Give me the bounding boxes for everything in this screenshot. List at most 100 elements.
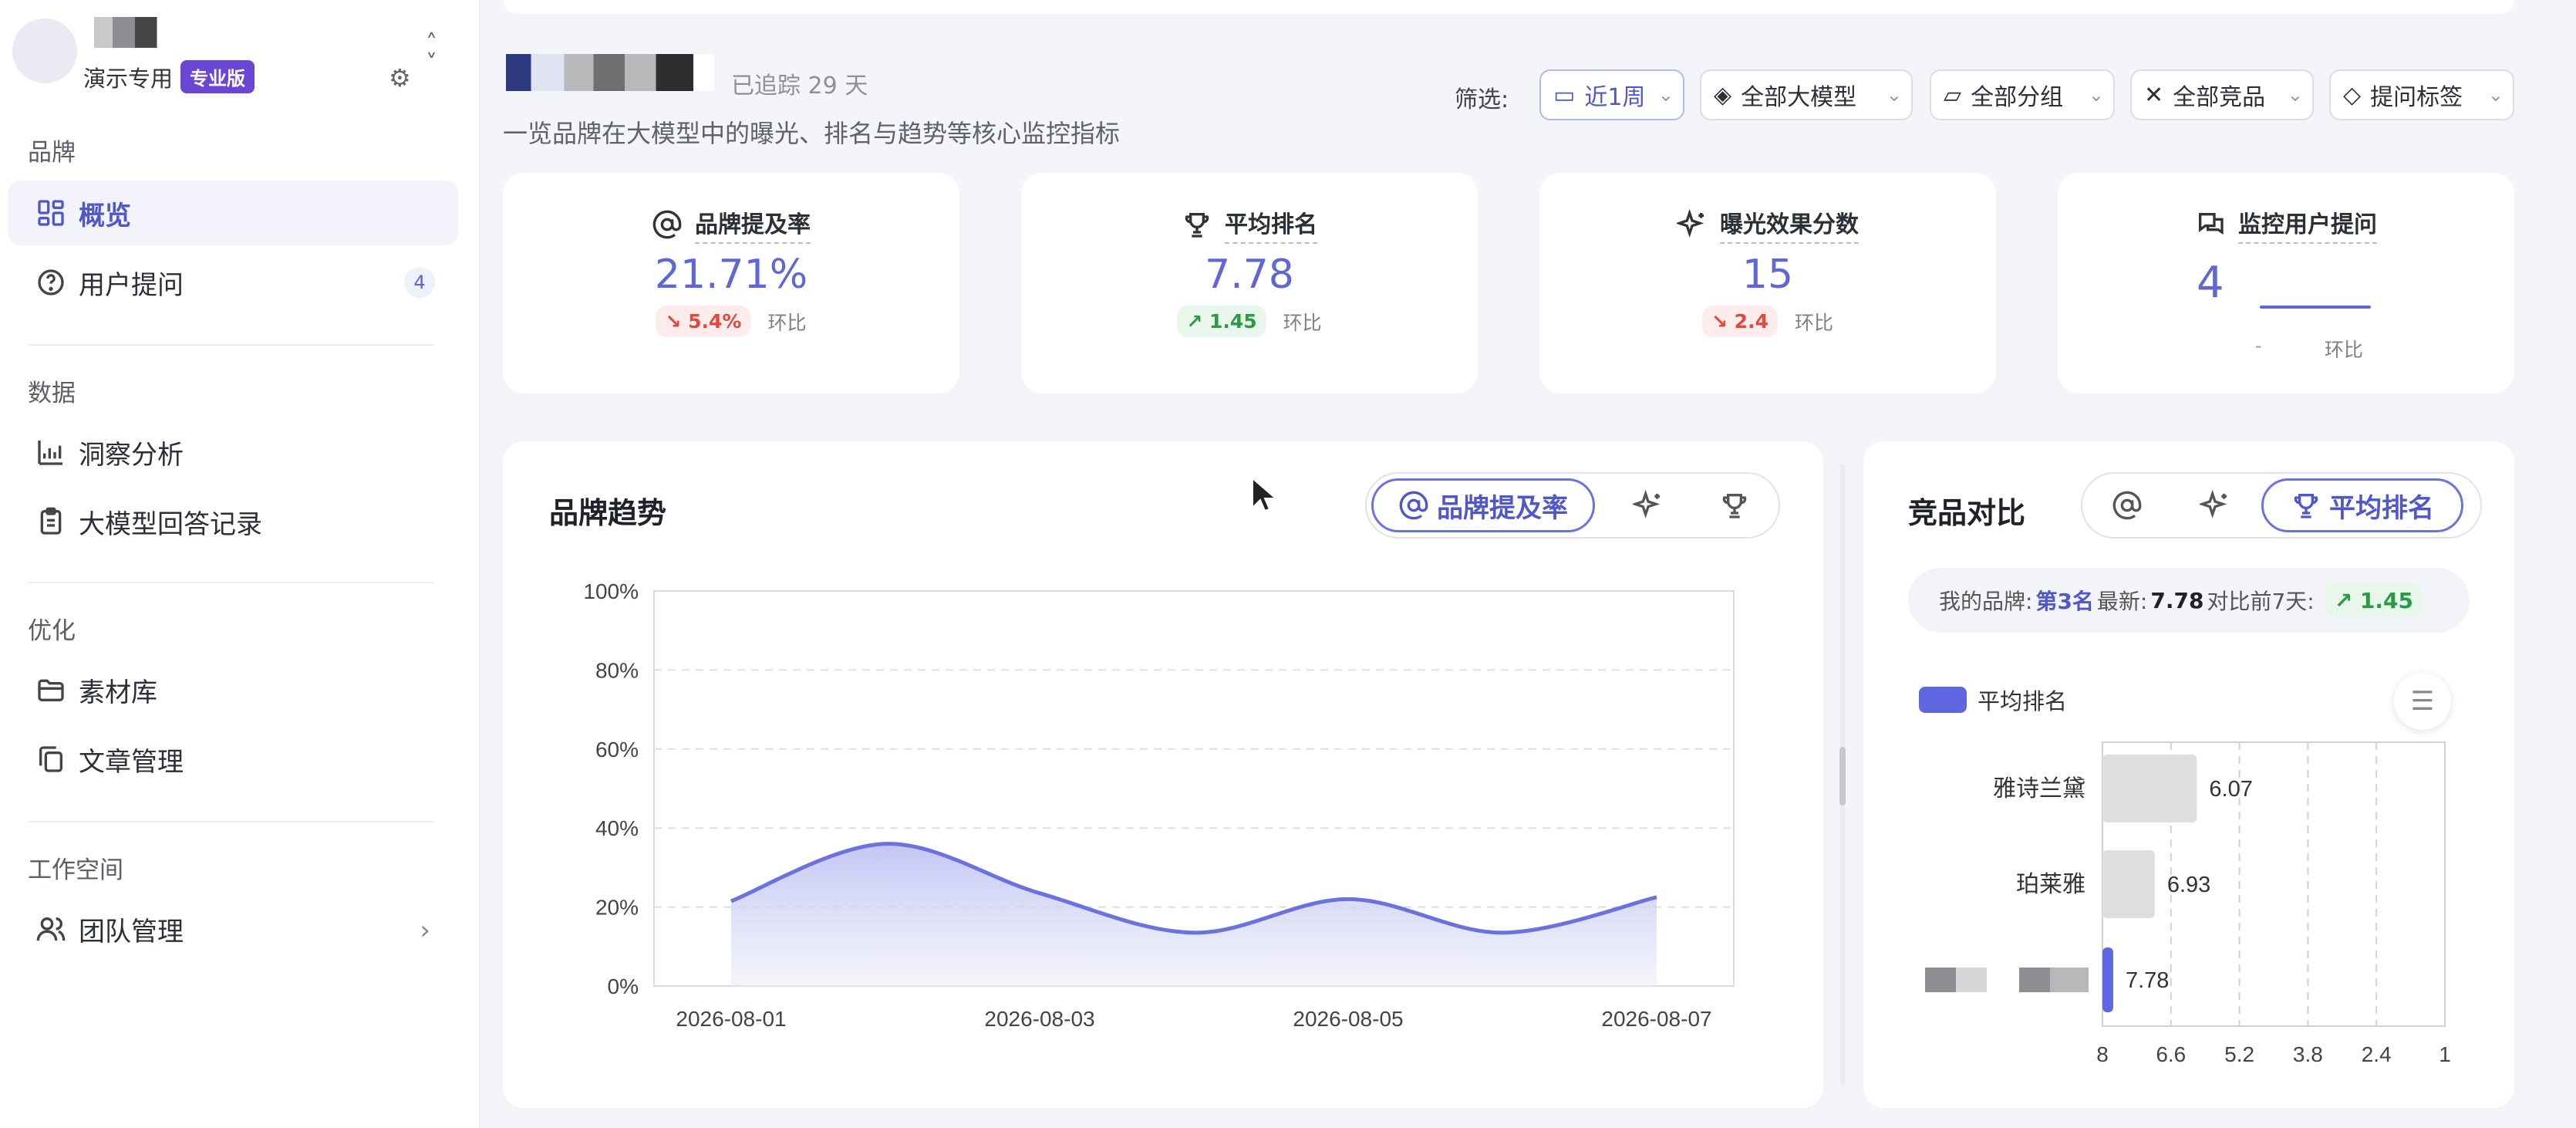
sidebar-item-label: 团队管理	[79, 916, 184, 947]
sidebar-item-label: 大模型回答记录	[79, 508, 262, 540]
latest-label: 最新:	[2096, 589, 2148, 614]
bar	[2102, 850, 2155, 918]
period-select[interactable]: ▭ 近1周 ⌄	[1539, 69, 1684, 120]
sidebar-item-label: 文章管理	[79, 746, 184, 778]
sidebar-item-team[interactable]: 团队管理 ›	[8, 897, 458, 961]
metric-card-avg-rank[interactable]: 平均排名 7.78 ↗ 1.45 环比	[1021, 173, 1478, 393]
group-title-brand: 品牌	[28, 139, 76, 167]
metric-value: 21.71%	[654, 252, 808, 298]
x-tick-label: 6.6	[2156, 1042, 2186, 1066]
brand-logo-redacted	[506, 54, 714, 91]
value-label: 6.93	[2167, 873, 2210, 897]
metric-value: 15	[1741, 252, 1794, 298]
competitor-value: 全部竞品	[2173, 84, 2266, 111]
metric-value: 7.78	[1205, 252, 1294, 298]
sidebar-item-articles[interactable]: 文章管理	[8, 727, 458, 792]
model-value: 全部大模型	[1741, 84, 1857, 111]
competitor-select[interactable]: ✕ 全部竞品 ⌄	[2130, 69, 2314, 120]
value-label: 7.78	[2126, 968, 2169, 993]
metric-card-mention-rate[interactable]: 品牌提及率 21.71% ↘ 5.4% 环比	[503, 173, 959, 393]
legend-label: 平均排名	[1978, 688, 2068, 714]
compare-label: 环比	[1283, 311, 1322, 334]
layers-icon: ◈	[1714, 81, 1732, 109]
trophy-icon	[2294, 494, 2318, 518]
group-title-optimize: 优化	[28, 617, 76, 645]
brand-label-redacted	[1956, 968, 1987, 992]
model-select[interactable]: ◈ 全部大模型 ⌄	[1700, 69, 1913, 120]
metric-title: 品牌提及率	[695, 205, 811, 244]
metric-foot: ↘ 5.4% 环比	[503, 306, 959, 337]
tab-mention-rate[interactable]	[2089, 478, 2166, 532]
folder-icon	[38, 679, 64, 701]
sidebar-item-overview[interactable]: 概览	[8, 181, 458, 245]
metric-foot: ↘ 2.4 环比	[1539, 306, 1996, 337]
calendar-icon: ▭	[1553, 81, 1576, 109]
change-chip-down: ↘ 5.4%	[656, 306, 751, 337]
brand-trend-card: 品牌趋势 品牌提及率 100% 80% 60% 40% 20% 0% 2026-08-01 2…	[503, 441, 1823, 1108]
sidebar-item-label: 洞察分析	[79, 439, 184, 471]
x-tick-label: 2026-08-03	[984, 1007, 1094, 1031]
x-tick-label: 8	[2096, 1042, 2109, 1066]
x-tick-label: 2026-08-05	[1293, 1007, 1403, 1031]
my-brand-summary: 我的品牌: 第3名 最新: 7.78 对比前7天: ↗ 1.45	[1908, 568, 2470, 633]
folder-icon: ▱	[1944, 81, 1962, 109]
latest-value: 7.78	[2150, 587, 2204, 613]
metric-card-exposure-score[interactable]: 曝光效果分数 15 ↘ 2.4 环比	[1539, 173, 1996, 393]
change-value: 5.4%	[688, 310, 742, 333]
brand-label-redacted	[1925, 968, 1956, 992]
y-tick-label: 40%	[595, 816, 639, 840]
sparkle-icon	[1677, 209, 1704, 238]
chevron-down-icon: ⌄	[2088, 84, 2104, 106]
divider	[28, 344, 433, 346]
sidebar-item-assets[interactable]: 素材库	[8, 657, 458, 722]
chevron-down-icon: ⌄	[1657, 84, 1674, 106]
chart-line-icon	[38, 441, 62, 465]
change-value: 1.45	[1209, 310, 1257, 333]
sidebar-item-llm-records[interactable]: 大模型回答记录	[8, 489, 458, 554]
chevron-updown-icon[interactable]: ˄ ˅	[426, 32, 437, 76]
group-select[interactable]: ▱ 全部分组 ⌄	[1930, 69, 2115, 120]
change-value: 2.4	[1734, 310, 1768, 333]
period-value: 近1周	[1584, 84, 1646, 111]
metric-change: -	[2255, 335, 2262, 356]
chevron-right-icon: ›	[420, 915, 430, 946]
bar	[2102, 755, 2197, 822]
divider	[28, 582, 433, 583]
metric-title: 监控用户提问	[2238, 205, 2377, 244]
metric-head: 品牌提及率	[503, 205, 959, 244]
tab-exposure-score[interactable]	[2176, 478, 2254, 532]
metric-value: 4	[2197, 258, 2224, 308]
y-tick-label: 60%	[595, 738, 639, 762]
x-tick-label: 5.2	[2224, 1042, 2254, 1066]
my-brand-label: 我的品牌:	[1939, 589, 2033, 614]
change-chip-down: ↘ 2.4	[1702, 306, 1778, 337]
chart-legend[interactable]: 平均排名	[1919, 684, 2067, 716]
plan-badge: 专业版	[180, 60, 255, 93]
area-fill	[731, 843, 1657, 986]
rank-chart: 8 6.6 5.2 3.8 2.4 1 雅诗兰黛 6.07 珀莱雅 6.93 7.78	[1925, 741, 2451, 1066]
metric-card-monitored-questions[interactable]: 监控用户提问 4 - 环比	[2058, 173, 2514, 393]
x-tick-label: 2.4	[2362, 1042, 2392, 1066]
chevron-down-icon: ⌄	[1886, 84, 1902, 106]
sidebar-item-user-questions[interactable]: 用户提问 4	[8, 250, 458, 315]
gear-icon[interactable]: ⚙	[389, 63, 411, 93]
top-card-edge	[503, 0, 2514, 14]
tab-label: 平均排名	[2329, 492, 2434, 524]
scrollbar-thumb[interactable]	[1839, 747, 1846, 805]
workspace-name-redacted	[94, 17, 168, 48]
chevron-down-icon: ⌄	[2287, 84, 2303, 106]
legend-swatch	[1919, 687, 1967, 713]
workspace-switcher[interactable]: 演示专用 专业版 ⚙ ˄ ˅	[9, 17, 472, 94]
sparkline	[2260, 306, 2371, 309]
compare-metric-switch: 平均排名	[2081, 472, 2482, 539]
category-label: 珀莱雅	[2016, 872, 2085, 897]
tab-avg-rank[interactable]: 平均排名	[2261, 478, 2463, 532]
tag-value: 提问标签	[2370, 84, 2463, 111]
sidebar-item-insights[interactable]: 洞察分析	[8, 420, 458, 485]
tag-select[interactable]: ◇ 提问标签 ⌄	[2329, 69, 2514, 120]
at-icon	[652, 210, 682, 239]
y-tick-label: 0%	[608, 974, 639, 998]
trophy-icon	[1185, 213, 1209, 238]
chevron-down-icon: ⌄	[2487, 84, 2504, 106]
divider	[28, 821, 433, 822]
